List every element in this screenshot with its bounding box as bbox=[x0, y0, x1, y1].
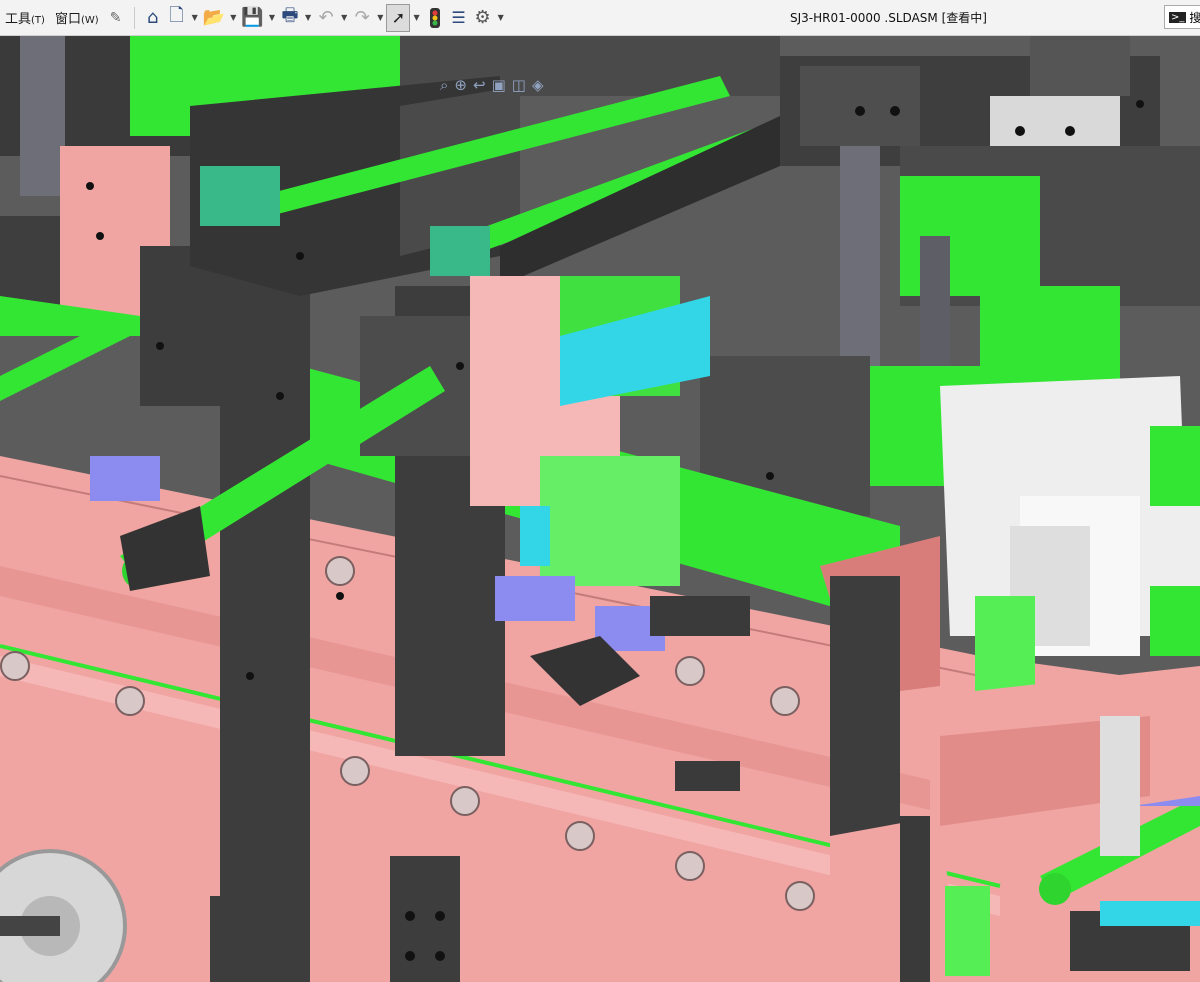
menu-window-accelerator: (W) bbox=[80, 15, 99, 26]
assembly-model-render bbox=[0, 36, 1200, 982]
pin-icon[interactable]: ✎ bbox=[104, 4, 128, 32]
zoom-area-icon[interactable]: ⊕ bbox=[454, 76, 467, 94]
open-file-icon[interactable]: 📂 bbox=[201, 4, 227, 32]
chevron-down-icon[interactable]: ▼ bbox=[227, 13, 239, 22]
chevron-down-icon[interactable]: ▼ bbox=[374, 13, 386, 22]
new-document-icon[interactable]: 🗋 bbox=[165, 4, 189, 32]
toolbar-divider bbox=[133, 6, 135, 29]
select-arrow-icon[interactable]: ➚ bbox=[386, 3, 411, 32]
menu-tools-label: 工具 bbox=[5, 12, 32, 27]
chevron-down-icon[interactable]: ▼ bbox=[410, 13, 422, 22]
save-icon[interactable]: 💾 bbox=[239, 4, 265, 32]
command-prompt-icon: >_ bbox=[1169, 11, 1187, 23]
previous-view-icon[interactable]: ↩ bbox=[473, 76, 486, 94]
search-label: 搜 bbox=[1189, 10, 1200, 25]
home-icon[interactable]: ⌂ bbox=[141, 4, 165, 32]
section-view-icon[interactable]: ▣ bbox=[492, 76, 506, 94]
display-style-icon[interactable]: ◈ bbox=[532, 76, 544, 94]
document-title: SJ3-HR01-0000 .SLDASM [查看中] bbox=[790, 11, 987, 25]
print-icon[interactable]: 🖶 bbox=[278, 4, 302, 32]
traffic-light-icon[interactable] bbox=[423, 4, 447, 32]
chevron-down-icon[interactable]: ▼ bbox=[495, 13, 507, 22]
chevron-down-icon[interactable]: ▼ bbox=[302, 13, 314, 22]
gear-icon[interactable]: ⚙ bbox=[471, 4, 495, 32]
heads-up-view-toolbar: ⌕ ⊕ ↩ ▣ ◫ ◈ bbox=[440, 76, 543, 94]
file-properties-icon[interactable]: ☰ bbox=[447, 4, 471, 32]
graphics-viewport[interactable]: ⌕ ⊕ ↩ ▣ ◫ ◈ bbox=[0, 36, 1200, 982]
menu-tools-accelerator: (T) bbox=[31, 15, 45, 26]
menu-window[interactable]: 窗口 (W) bbox=[50, 8, 104, 27]
zoom-to-fit-icon[interactable]: ⌕ bbox=[440, 76, 448, 94]
undo-icon[interactable]: ↶ bbox=[314, 4, 338, 32]
menu-tools[interactable]: 工具 (T) bbox=[0, 8, 50, 27]
search-input[interactable]: >_ 搜 bbox=[1164, 5, 1200, 29]
chevron-down-icon[interactable]: ▼ bbox=[189, 13, 201, 22]
top-toolbar: 工具 (T) 窗口 (W) ✎ ⌂ 🗋 ▼ 📂 ▼ 💾 ▼ 🖶 ▼ ↶ ▼ ↷ ▼ … bbox=[0, 0, 1200, 36]
redo-icon[interactable]: ↷ bbox=[350, 4, 374, 32]
view-orientation-icon[interactable]: ◫ bbox=[512, 76, 526, 94]
menu-window-label: 窗口 bbox=[54, 12, 81, 27]
chevron-down-icon[interactable]: ▼ bbox=[338, 13, 350, 22]
chevron-down-icon[interactable]: ▼ bbox=[266, 13, 278, 22]
